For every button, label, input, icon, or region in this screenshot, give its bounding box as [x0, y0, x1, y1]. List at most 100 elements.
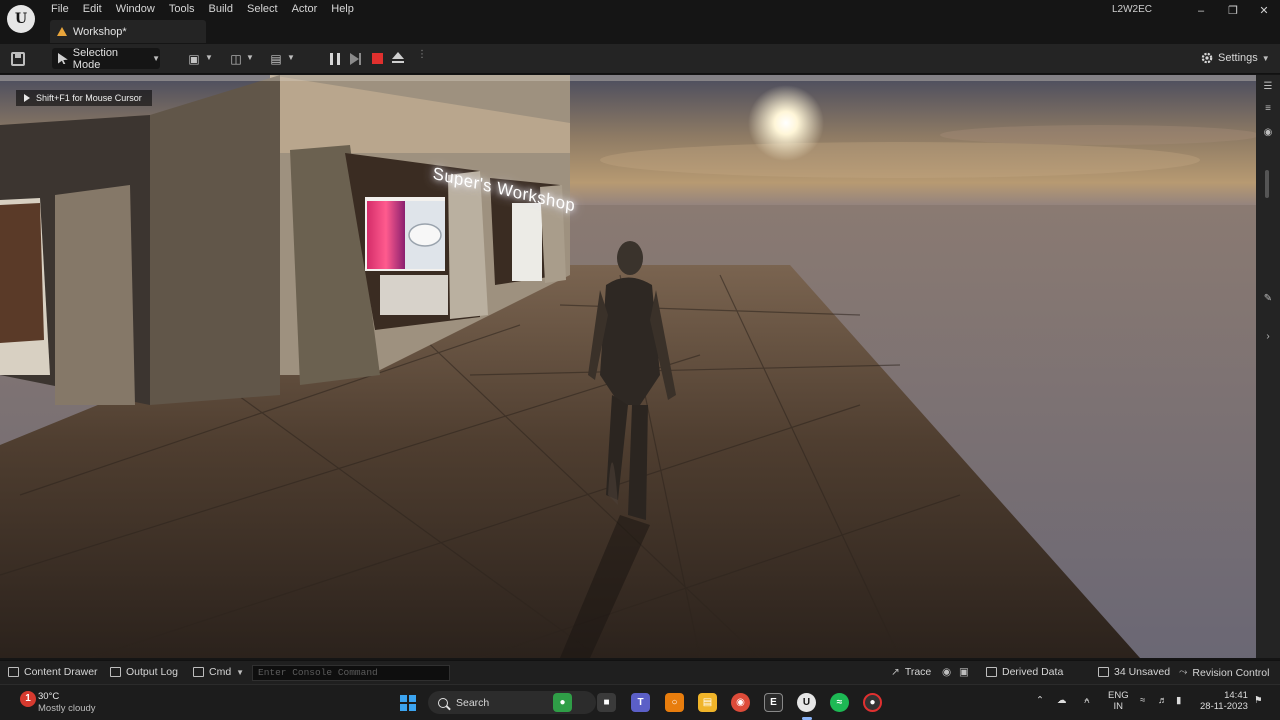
language-indicator[interactable]: ENG IN	[1108, 690, 1129, 712]
task-view-icon[interactable]: ■	[597, 693, 616, 712]
clock[interactable]: 14:41 28-11-2023	[1200, 690, 1248, 712]
output-log-button[interactable]: Output Log	[110, 666, 178, 678]
revision-control-label: Revision Control	[1192, 666, 1270, 679]
trace-icon: ↗	[891, 666, 900, 678]
eject-button[interactable]	[392, 52, 404, 64]
menu-actor[interactable]: Actor	[285, 1, 325, 17]
pause-button[interactable]	[330, 53, 340, 65]
mouse-cursor-hint: Shift+F1 for Mouse Cursor	[16, 90, 152, 106]
unsaved-icon	[1098, 667, 1109, 677]
battery-icon[interactable]: ▮	[1176, 695, 1181, 706]
clock-date: 28-11-2023	[1200, 701, 1248, 712]
trace-label: Trace	[904, 666, 932, 678]
obs-icon[interactable]: ●	[863, 693, 882, 712]
level-tab[interactable]: Workshop*	[50, 20, 206, 43]
main-menu: File Edit Window Tools Build Select Acto…	[44, 1, 361, 17]
cinematics-icon[interactable]: ▤	[268, 52, 284, 66]
poster	[367, 201, 405, 269]
filter-icon[interactable]: ≡	[1262, 103, 1274, 115]
snapshot-icon[interactable]: ▣	[959, 666, 969, 678]
level-icon	[57, 27, 67, 36]
trace-button[interactable]: ↗ Trace	[891, 666, 931, 678]
maximize-button[interactable]: ❐	[1218, 3, 1248, 19]
search-icon	[438, 697, 448, 708]
weather-alert-icon: 1	[20, 691, 36, 707]
output-log-label: Output Log	[126, 666, 178, 678]
cmd-dropdown[interactable]: Cmd ▼	[193, 666, 244, 678]
close-window-button[interactable]: ✕	[1249, 3, 1279, 19]
unreal-engine-icon[interactable]: U	[797, 693, 816, 712]
menu-window[interactable]: Window	[109, 1, 162, 17]
pencil-icon[interactable]: ✎	[1262, 293, 1274, 305]
eye-icon[interactable]: ◉	[1262, 127, 1274, 139]
details-side-strip: ☰ ≡ ◉ ✎ ›	[1256, 75, 1280, 658]
windows-start-icon[interactable]	[400, 695, 416, 711]
teams-icon[interactable]: T	[631, 693, 650, 712]
database-icon	[986, 667, 997, 677]
record-icon[interactable]: ◉	[942, 666, 951, 678]
level-tab-label: Workshop*	[73, 25, 127, 38]
settings-button[interactable]: Settings ▼	[1200, 51, 1270, 65]
outliner-icon[interactable]: ☰	[1262, 81, 1274, 93]
collapse-icon[interactable]: ›	[1262, 331, 1274, 343]
chevron-up-icon[interactable]: ⌃	[1036, 695, 1044, 706]
unreal-logo-icon[interactable]: U	[7, 5, 35, 33]
scene-render	[0, 75, 1256, 658]
outliner-scrollbar[interactable]	[1265, 170, 1269, 198]
chat-app-icon[interactable]: ●	[553, 693, 572, 712]
console-command-input[interactable]: Enter Console Command	[252, 665, 450, 681]
clock-time: 14:41	[1224, 690, 1248, 701]
menu-select[interactable]: Select	[240, 1, 285, 17]
content-drawer-button[interactable]: Content Drawer	[8, 666, 98, 678]
chevron-down-icon[interactable]: ▼	[205, 53, 213, 62]
onedrive-icon[interactable]: ☁	[1057, 695, 1067, 706]
notification-icon[interactable]: ⚑	[1254, 695, 1263, 706]
blueprints-icon[interactable]: ◫	[228, 52, 244, 66]
derived-data-button[interactable]: Derived Data	[986, 666, 1063, 678]
unsaved-button[interactable]: 34 Unsaved	[1098, 666, 1170, 678]
gear-icon	[1201, 52, 1213, 64]
revision-control-button[interactable]: ⤳ Revision Control	[1179, 666, 1269, 679]
frame-skip-button[interactable]	[350, 53, 361, 65]
blender-icon[interactable]: ○	[665, 693, 684, 712]
chevron-down-icon: ▼	[236, 667, 245, 677]
menu-file[interactable]: File	[44, 1, 76, 17]
epic-games-icon[interactable]: E	[764, 693, 783, 712]
menu-help[interactable]: Help	[324, 1, 361, 17]
save-icon[interactable]	[11, 52, 25, 66]
level-viewport[interactable]: Super's Workshop Shift+F1 for Mouse Curs…	[0, 75, 1256, 658]
selection-mode-label: Selection Mode	[72, 46, 119, 71]
drawer-icon	[8, 667, 19, 677]
taskbar-search-label: Search	[456, 696, 490, 709]
minimize-button[interactable]: –	[1186, 3, 1216, 19]
add-actor-icon[interactable]: ▣	[186, 52, 202, 66]
spotify-icon[interactable]: ≈	[830, 693, 849, 712]
derived-data-label: Derived Data	[1002, 666, 1064, 678]
menu-tools[interactable]: Tools	[162, 1, 202, 17]
weather-temperature: 30°C	[38, 691, 60, 702]
wifi-icon[interactable]: ≈	[1140, 695, 1145, 706]
chevron-down-icon[interactable]: ▼	[287, 53, 295, 62]
chrome-icon[interactable]: ◉	[731, 693, 750, 712]
unsaved-label: 34 Unsaved	[1114, 666, 1171, 678]
selection-mode-dropdown[interactable]: Selection Mode ▼	[52, 46, 160, 71]
file-explorer-icon[interactable]: ▤	[698, 693, 717, 712]
project-name: L2W2EC	[1112, 4, 1153, 15]
chevron-down-icon: ▼	[152, 54, 160, 63]
windows-taskbar: 1 30°C Mostly cloudy Search ● ■ T ○ ▤ ◉ …	[0, 684, 1280, 720]
branch-icon: ⤳	[1179, 666, 1188, 678]
main-toolbar: Selection Mode ▼ ▣ ▼ ◫ ▼ ▤ ▼ ⋮ Settings …	[0, 44, 1280, 74]
menu-build[interactable]: Build	[202, 1, 240, 17]
stop-button[interactable]	[372, 53, 383, 64]
region-code: IN	[1113, 701, 1124, 712]
chevron-down-icon[interactable]: ▼	[246, 53, 254, 62]
microphone-icon[interactable]: ⍲	[1084, 695, 1090, 706]
play-options-icon[interactable]: ⋮	[417, 50, 427, 65]
weather-condition: Mostly cloudy	[38, 703, 96, 714]
menu-edit[interactable]: Edit	[76, 1, 109, 17]
volume-icon[interactable]: ♬	[1158, 695, 1168, 706]
language-code: ENG	[1108, 690, 1129, 701]
chevron-down-icon: ▼	[1261, 53, 1270, 63]
title-bar: U File Edit Window Tools Build Select Ac…	[0, 0, 1280, 44]
status-bar: Content Drawer Output Log Cmd ▼ Enter Co…	[0, 660, 1280, 684]
